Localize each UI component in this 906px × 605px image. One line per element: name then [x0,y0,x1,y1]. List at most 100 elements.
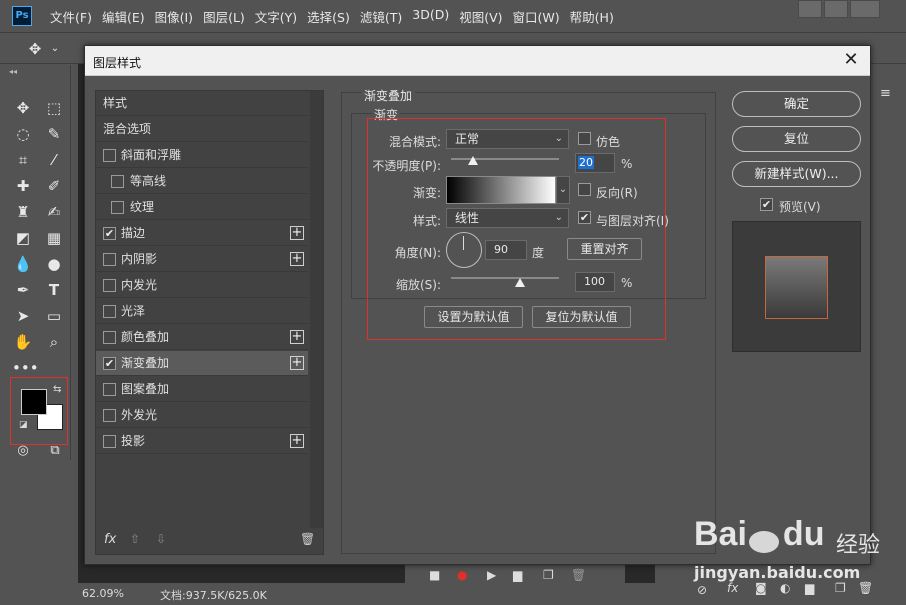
rectangle-tool-icon[interactable]: ▭ [43,305,65,327]
reset-button[interactable]: 复位 [732,126,861,152]
ok-button[interactable]: 确定 [732,91,861,117]
style-list-item[interactable]: 样式 [96,91,308,116]
scale-slider-knob[interactable] [515,278,525,287]
style-checkbox[interactable]: ✔ [103,357,116,370]
panel-menu-icon[interactable]: ≡ [880,86,900,106]
set-as-default-button[interactable]: 设置为默认值 [424,306,523,328]
menu-item[interactable]: 文字(Y) [255,7,305,26]
menu-item[interactable]: 3D(D) [412,7,457,26]
foreground-color-swatch[interactable] [21,389,47,415]
menu-item[interactable]: 滤镜(T) [360,7,410,26]
style-list-item[interactable]: ✔ 渐变叠加 + [96,351,308,376]
add-effect-icon[interactable]: + [290,356,304,370]
menu-item[interactable]: 编辑(E) [102,7,153,26]
style-list-item[interactable]: 混合选项 [96,117,308,142]
path-select-tool-icon[interactable]: ➤ [12,305,34,327]
style-list-item[interactable]: ✔ 描边 + [96,221,308,246]
gradient-preview[interactable] [446,176,556,204]
style-select[interactable]: 线性 ⌄ [446,208,569,228]
menu-item[interactable]: 视图(V) [459,7,510,26]
add-effect-icon[interactable]: + [290,330,304,344]
style-list-item[interactable]: 纹理 [96,195,308,220]
maximize-button[interactable] [824,0,848,18]
style-list-item[interactable]: 图案叠加 [96,377,308,402]
style-list-item[interactable]: 内阴影 + [96,247,308,272]
dither-checkbox[interactable] [578,132,591,145]
reset-alignment-button[interactable]: 重置对齐 [567,238,642,260]
stamp-tool-icon[interactable]: ♜ [12,201,34,223]
folder-icon[interactable]: ▆ [513,568,522,582]
stop-icon[interactable]: ■ [429,568,440,582]
style-list-item[interactable]: 内发光 [96,273,308,298]
style-list-item[interactable]: 等高线 [96,169,308,194]
style-checkbox[interactable] [111,175,124,188]
healing-tool-icon[interactable]: ✚ [12,175,34,197]
zoom-level[interactable]: 62.09% [82,587,124,600]
close-icon[interactable]: ✕ [840,49,862,70]
style-checkbox[interactable] [103,279,116,292]
record-icon[interactable]: ● [457,568,467,582]
style-list-item[interactable]: 斜面和浮雕 [96,143,308,168]
pen-tool-icon[interactable]: ✒ [12,279,34,301]
menu-item[interactable]: 窗口(W) [513,7,568,26]
style-checkbox[interactable] [103,331,116,344]
style-list-item[interactable]: 光泽 [96,299,308,324]
menu-item[interactable]: 图层(L) [203,7,253,26]
angle-dial[interactable] [446,232,482,268]
brush-tool-icon[interactable]: ✐ [43,175,65,197]
menu-item[interactable]: 选择(S) [307,7,358,26]
type-tool-icon[interactable]: T [43,279,65,301]
add-effect-icon[interactable]: + [290,226,304,240]
menu-item[interactable]: 帮助(H) [570,7,622,26]
style-checkbox[interactable] [103,435,116,448]
hand-tool-icon[interactable]: ✋ [12,331,34,353]
quick-select-tool-icon[interactable]: ✎ [43,123,65,145]
window-close-button[interactable] [850,0,880,18]
style-checkbox[interactable] [103,253,116,266]
style-checkbox[interactable] [111,201,124,214]
style-checkbox[interactable] [103,383,116,396]
zoom-tool-icon[interactable]: ⌕ [43,331,65,353]
minimize-button[interactable] [798,0,822,18]
move-up-icon[interactable]: ⇧ [130,532,140,546]
menu-item[interactable]: 文件(F) [50,7,100,26]
gradient-tool-icon[interactable]: ▦ [43,227,65,249]
align-with-layer-checkbox[interactable]: ✔ [578,211,591,224]
collapse-icon[interactable]: ◂◂ [9,67,17,76]
menu-item[interactable]: 图像(I) [155,7,201,26]
add-effect-icon[interactable]: + [290,252,304,266]
style-list-item[interactable]: 外发光 [96,403,308,428]
fx-menu-button[interactable]: fx [104,532,116,547]
reset-to-default-button[interactable]: 复位为默认值 [532,306,631,328]
lasso-tool-icon[interactable]: ◌ [12,123,34,145]
delete-effect-icon[interactable]: 🗑 [300,532,315,546]
new-action-icon[interactable]: ❐ [543,568,554,582]
quick-mask-icon[interactable]: ◎ [12,440,34,462]
preview-checkbox[interactable]: ✔ [760,198,773,211]
scale-input[interactable]: 100 [575,272,615,292]
trash-icon[interactable]: 🗑 [571,568,586,582]
marquee-tool-icon[interactable]: ⬚ [43,97,65,119]
eraser-tool-icon[interactable]: ◩ [12,227,34,249]
opacity-input[interactable]: 20 [575,153,615,173]
move-icon[interactable]: ✥ [24,38,46,60]
blur-tool-icon[interactable]: 💧 [12,253,34,275]
scale-slider[interactable] [451,277,559,279]
style-list-item[interactable]: 颜色叠加 + [96,325,308,350]
opacity-slider-knob[interactable] [467,156,478,165]
move-tool-icon[interactable]: ✥ [12,97,34,119]
chevron-down-icon[interactable]: ⌄ [44,38,66,60]
style-checkbox[interactable]: ✔ [103,227,116,240]
swap-colors-icon[interactable]: ⇆ [53,384,61,395]
play-icon[interactable]: ▶ [487,568,496,582]
blend-mode-select[interactable]: 正常 ⌄ [446,129,569,149]
dodge-tool-icon[interactable]: ● [43,253,65,275]
new-style-button[interactable]: 新建样式(W)... [732,161,861,187]
style-checkbox[interactable] [103,149,116,162]
history-brush-tool-icon[interactable]: ✍ [43,201,65,223]
crop-tool-icon[interactable]: ⌗ [12,149,34,171]
gradient-picker-chevron-icon[interactable]: ⌄ [556,176,570,204]
style-checkbox[interactable] [103,305,116,318]
move-down-icon[interactable]: ⇩ [156,532,166,546]
eyedropper-tool-icon[interactable]: ⁄ [43,149,65,171]
